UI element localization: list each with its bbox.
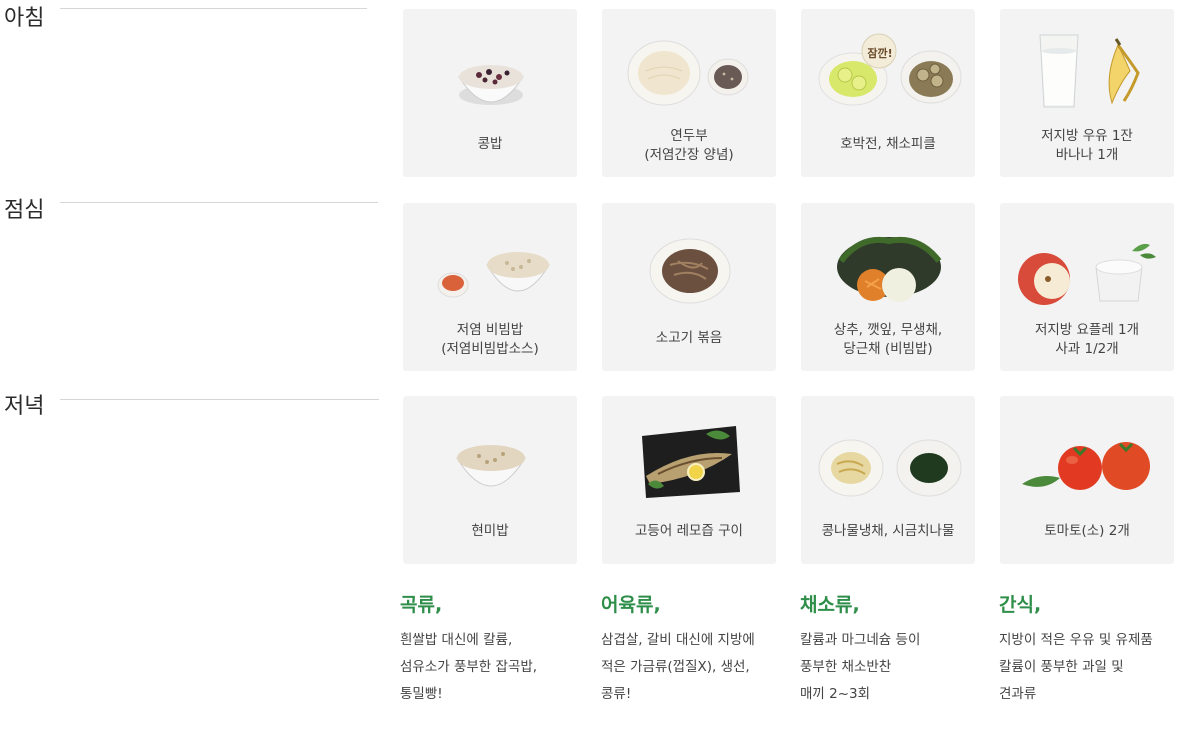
food-card-zucchini: 잠깐! 호박전, 채소피클	[801, 9, 975, 177]
food-card-bibimbap: 저염 비빔밥 (저염비빔밥소스)	[403, 203, 577, 371]
bean-rice-bowl-icon	[458, 65, 524, 105]
category-title-snacks: 간식,	[999, 594, 1042, 616]
category-desc-meat-fish: 삼겹살, 갈비 대신에 지방에 적은 가금류(껍질X), 생선, 콩류!	[601, 632, 755, 702]
category-title-grains: 곡류,	[400, 594, 443, 616]
food-caption: 연두부 (저염간장 양념)	[644, 128, 734, 163]
bibimbap-rice-icon	[437, 252, 550, 298]
wait-badge: 잠깐!	[867, 47, 893, 60]
food-caption: 콩밥	[477, 136, 503, 152]
brown-rice-bowl-icon	[456, 445, 526, 487]
grilled-mackerel-icon	[642, 426, 740, 498]
milk-banana-icon	[1039, 34, 1140, 108]
food-card-soft-tofu: 연두부 (저염간장 양념)	[602, 9, 776, 177]
food-caption: 저지방 요플레 1개 사과 1/2개	[1034, 322, 1140, 357]
category-title-vegetables: 채소류,	[800, 594, 860, 616]
bean-sprout-spinach-icon	[818, 439, 962, 497]
food-caption: 저지방 우유 1잔 바나나 1개	[1041, 128, 1133, 163]
food-caption: 호박전, 채소피클	[840, 136, 936, 152]
divider-line	[60, 202, 378, 203]
divider-line	[60, 8, 367, 9]
food-caption: 고등어 레모즙 구이	[635, 523, 743, 539]
meal-label-lunch: 점심	[4, 198, 45, 223]
category-desc-snacks: 지방이 적은 우유 및 유제품 칼륨이 풍부한 과일 및 견과류	[999, 632, 1153, 702]
food-caption: 소고기 볶음	[655, 330, 723, 346]
food-caption: 저염 비빔밥 (저염비빔밥소스)	[441, 322, 539, 357]
food-caption: 현미밥	[471, 523, 509, 539]
category-title-meat-fish: 어육류,	[601, 594, 661, 616]
meal-label-breakfast: 아침	[4, 6, 45, 31]
food-caption: 토마토(소) 2개	[1044, 523, 1130, 539]
tomato-icon	[1022, 442, 1150, 490]
food-card-tomato: 토마토(소) 2개	[1000, 396, 1174, 564]
food-card-brown-rice: 현미밥	[403, 396, 577, 564]
yogurt-apple-icon	[1018, 243, 1156, 305]
food-card-yogurt-apple: 저지방 요플레 1개 사과 1/2개	[1000, 203, 1174, 371]
vegetable-platter-icon	[837, 237, 942, 302]
zucchini-pancake-pickle-icon	[818, 33, 962, 106]
soft-tofu-icon	[627, 40, 749, 106]
stir-fried-beef-icon	[649, 238, 731, 304]
food-card-sprout-spinach: 콩나물냉채, 시금치나물	[801, 396, 975, 564]
food-card-mackerel: 고등어 레모즙 구이	[602, 396, 776, 564]
food-card-milk-banana: 저지방 우유 1잔 바나나 1개	[1000, 9, 1174, 177]
meal-label-dinner: 저녁	[4, 394, 45, 419]
food-caption: 상추, 깻잎, 무생채, 당근채 (비빔밥)	[833, 322, 943, 357]
food-card-vegetables: 상추, 깻잎, 무생채, 당근채 (비빔밥)	[801, 203, 975, 371]
category-desc-grains: 흰쌀밥 대신에 칼륨, 섬유소가 풍부한 잡곡밥, 통밀빵!	[400, 632, 538, 702]
divider-line	[60, 399, 379, 400]
food-card-bean-rice: 콩밥	[403, 9, 577, 177]
food-caption: 콩나물냉채, 시금치나물	[821, 523, 955, 539]
food-card-beef: 소고기 볶음	[602, 203, 776, 371]
category-desc-vegetables: 칼륨과 마그네슘 등이 풍부한 채소반찬 매끼 2~3회	[800, 632, 921, 702]
